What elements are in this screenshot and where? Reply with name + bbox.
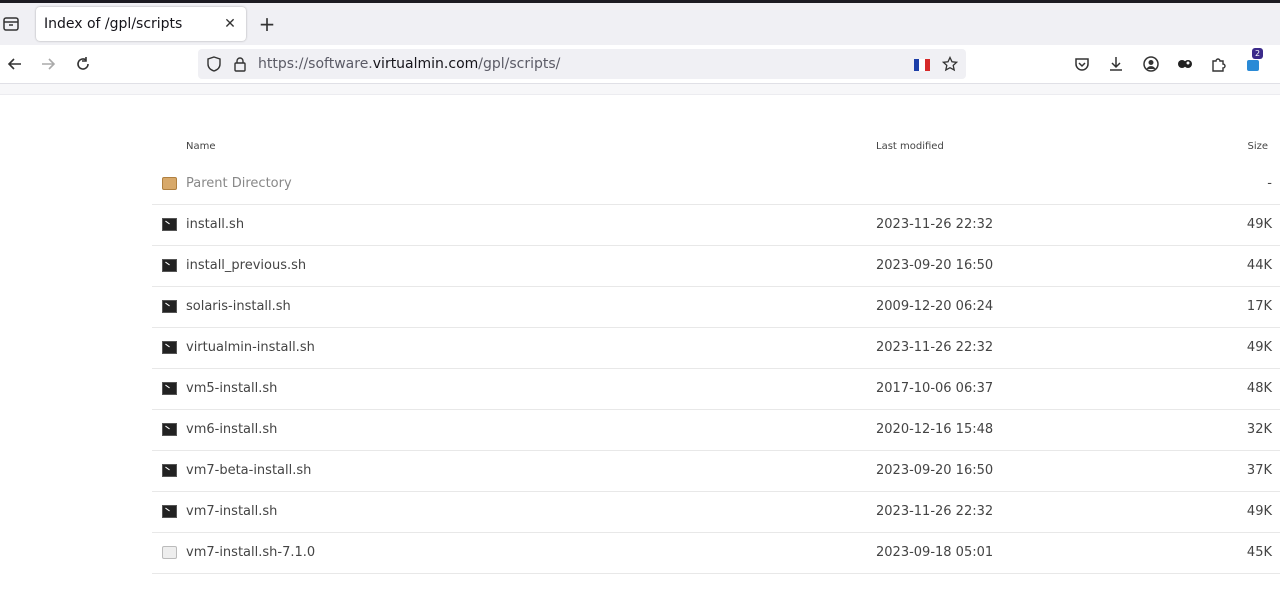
file-link[interactable]: solaris-install.sh — [186, 299, 291, 314]
table-row: install_previous.sh 2023-09-20 16:50 44K — [152, 246, 1280, 287]
extension-glasses-icon[interactable] — [1176, 55, 1194, 73]
row-size: 17K — [1246, 299, 1272, 314]
row-size: 48K — [1246, 381, 1272, 396]
back-arrow-icon[interactable] — [5, 54, 25, 74]
url-path: /gpl/scripts/ — [478, 56, 561, 72]
parent-directory-link[interactable]: Parent Directory — [186, 176, 292, 191]
row-size: 37K — [1246, 463, 1272, 478]
row-modified: 2017-10-06 06:37 — [876, 381, 994, 396]
terminal-icon — [162, 423, 177, 436]
table-row: vm7-beta-install.sh 2023-09-20 16:50 37K — [152, 451, 1280, 492]
terminal-icon — [162, 464, 177, 477]
file-link[interactable]: vm7-install.sh-7.1.0 — [186, 545, 315, 560]
column-header-name[interactable]: Name — [186, 141, 216, 152]
row-modified: 2020-12-16 15:48 — [876, 422, 994, 437]
pocket-icon[interactable] — [1073, 55, 1091, 73]
terminal-icon — [162, 300, 177, 313]
close-icon[interactable]: ✕ — [220, 14, 240, 34]
tab-active[interactable]: Index of /gpl/scripts ✕ — [36, 7, 246, 41]
bookmark-star-icon[interactable] — [941, 55, 959, 72]
terminal-icon — [162, 218, 177, 231]
tab-bar: Index of /gpl/scripts ✕ + — [0, 3, 1280, 45]
listing-header: Name Last modified Size — [152, 128, 1280, 164]
row-modified: 2023-11-26 22:32 — [876, 217, 994, 232]
file-link[interactable]: virtualmin-install.sh — [186, 340, 315, 355]
account-icon[interactable] — [1142, 55, 1160, 73]
row-modified: 2023-11-26 22:32 — [876, 504, 994, 519]
row-size: 49K — [1246, 340, 1272, 355]
terminal-icon — [162, 341, 177, 354]
table-row: vm7-install.sh-7.1.0 2023-09-18 05:01 45… — [152, 533, 1280, 574]
column-header-modified[interactable]: Last modified — [876, 141, 944, 152]
forward-arrow-icon[interactable] — [38, 54, 58, 74]
lock-icon[interactable] — [232, 56, 248, 72]
reload-icon[interactable] — [73, 54, 93, 74]
content-top-divider — [0, 84, 1280, 95]
table-row: vm6-install.sh 2020-12-16 15:48 32K — [152, 410, 1280, 451]
file-link[interactable]: install_previous.sh — [186, 258, 306, 273]
file-link[interactable]: vm7-install.sh — [186, 504, 277, 519]
shield-icon[interactable] — [206, 56, 222, 72]
terminal-icon — [162, 382, 177, 395]
url-text[interactable]: https://software.virtualmin.com/gpl/scri… — [258, 56, 560, 72]
table-row: virtualmin-install.sh 2023-11-26 22:32 4… — [152, 328, 1280, 369]
file-link[interactable]: vm5-install.sh — [186, 381, 277, 396]
terminal-icon — [162, 505, 177, 518]
file-link[interactable]: vm6-install.sh — [186, 422, 277, 437]
row-size: 44K — [1246, 258, 1272, 273]
row-modified: 2009-12-20 06:24 — [876, 299, 994, 314]
file-link[interactable]: vm7-beta-install.sh — [186, 463, 311, 478]
column-header-size[interactable]: Size — [1247, 141, 1268, 152]
french-flag-icon[interactable] — [914, 59, 930, 71]
table-row: Parent Directory - — [152, 164, 1280, 205]
row-modified: 2023-11-26 22:32 — [876, 340, 994, 355]
directory-listing: Name Last modified Size Parent Directory… — [152, 128, 1280, 574]
url-prefix: https://software. — [258, 56, 373, 72]
row-modified: 2023-09-20 16:50 — [876, 258, 994, 273]
table-row: install.sh 2023-11-26 22:32 49K — [152, 205, 1280, 246]
row-size: 45K — [1246, 545, 1272, 560]
extensions-puzzle-icon[interactable] — [1210, 55, 1228, 73]
file-link[interactable]: install.sh — [186, 217, 244, 232]
new-tab-button[interactable]: + — [256, 13, 278, 35]
table-row: solaris-install.sh 2009-12-20 06:24 17K — [152, 287, 1280, 328]
table-row: vm5-install.sh 2017-10-06 06:37 48K — [152, 369, 1280, 410]
terminal-icon — [162, 259, 177, 272]
row-size: 49K — [1246, 217, 1272, 232]
tab-title: Index of /gpl/scripts — [44, 16, 183, 32]
row-size: 49K — [1246, 504, 1272, 519]
row-modified: 2023-09-18 05:01 — [876, 545, 994, 560]
folder-up-icon — [162, 177, 177, 190]
url-domain: virtualmin.com — [372, 56, 479, 72]
address-bar[interactable]: https://software.virtualmin.com/gpl/scri… — [198, 49, 966, 79]
download-icon[interactable] — [1107, 55, 1125, 73]
tab-list-icon[interactable] — [2, 15, 20, 33]
row-modified: 2023-09-20 16:50 — [876, 463, 994, 478]
extension-badge: 2 — [1252, 48, 1264, 59]
row-size: 32K — [1246, 422, 1272, 437]
file-icon — [162, 546, 177, 559]
row-size: - — [1267, 176, 1272, 191]
table-row: vm7-install.sh 2023-11-26 22:32 49K — [152, 492, 1280, 533]
navigation-bar: https://software.virtualmin.com/gpl/scri… — [0, 45, 1280, 84]
